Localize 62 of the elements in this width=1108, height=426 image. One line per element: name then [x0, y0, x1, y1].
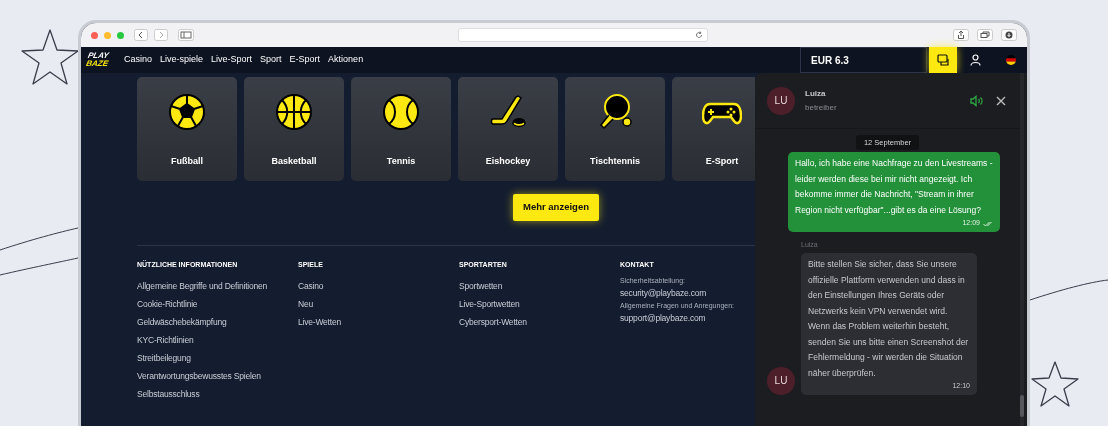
- sport-label: E-Sport: [705, 155, 739, 168]
- soccer-ball-icon: [167, 92, 207, 132]
- footer-link[interactable]: Casino: [298, 279, 324, 298]
- sidebar-icon[interactable]: [178, 29, 194, 41]
- download-icon[interactable]: [1001, 29, 1017, 41]
- message-text: Bitte stellen Sie sicher, dass Sie unsere offizielle Plattform verwenden und dass in den Einstellungen Ihres Geräts oder Netzwerks kein VPN verwendet wird. Wenn das Problem weiterhin besteht, senden Sie uns bitte einen Screenshot der Fehlermeldung - wir werden die Situation näher überprüfen.: [808, 258, 970, 380]
- sport-card[interactable]: E-Sport: [672, 77, 755, 181]
- share-icon[interactable]: [953, 29, 969, 41]
- footer-link[interactable]: Neu: [298, 297, 313, 316]
- agent-name: Luiza: [805, 87, 827, 100]
- sport-label: Tischtennis: [590, 155, 640, 168]
- show-more-button[interactable]: Mehr anzeigen: [513, 194, 599, 221]
- nav-link[interactable]: Aktionen: [328, 53, 364, 67]
- sport-card[interactable]: Tennis: [351, 77, 451, 181]
- footer-link[interactable]: Cybersport-Wetten: [459, 315, 527, 334]
- sport-card[interactable]: Eishockey: [458, 77, 558, 181]
- footer-link[interactable]: Verantwortungsbewusstes Spielen: [137, 369, 261, 388]
- footer-link[interactable]: support@playbaze.com: [620, 311, 706, 330]
- speaker-icon[interactable]: [970, 94, 984, 107]
- logo[interactable]: PLAY BAZE: [85, 52, 117, 68]
- chat-button[interactable]: [929, 47, 957, 73]
- avatar: LU: [767, 366, 795, 395]
- sport-label: Tennis: [386, 155, 416, 168]
- avatar: LU: [767, 86, 795, 115]
- back-icon[interactable]: [134, 29, 148, 41]
- sport-card[interactable]: Fußball: [137, 77, 237, 181]
- footer-link[interactable]: Cookie-Richtlinie: [137, 297, 198, 316]
- nav-link[interactable]: Casino: [124, 53, 152, 67]
- address-field[interactable]: [458, 28, 708, 42]
- sport-label: Basketball: [271, 155, 317, 168]
- tabs-icon[interactable]: [977, 29, 993, 41]
- sport-card[interactable]: Tischtennis: [565, 77, 665, 181]
- chat-icon: [937, 54, 949, 66]
- close-icon[interactable]: [996, 95, 1006, 106]
- sport-label: Eishockey: [485, 155, 531, 168]
- nav-link[interactable]: Sport: [260, 53, 282, 67]
- footer-link[interactable]: Selbstausschluss: [137, 387, 200, 406]
- close-window-icon[interactable]: [91, 31, 98, 39]
- logo-text: BAZE: [85, 60, 110, 68]
- footer-link[interactable]: Sportwetten: [459, 279, 503, 298]
- sport-card[interactable]: Basketball: [244, 77, 344, 181]
- basketball-icon: [274, 92, 314, 132]
- reload-icon[interactable]: [695, 31, 703, 39]
- footer-link[interactable]: Streitbeilegung: [137, 351, 191, 370]
- footer-link[interactable]: Geldwäschebekämpfung: [137, 315, 227, 334]
- flag-icon[interactable]: [1006, 55, 1016, 65]
- message-text: Hallo, ich habe eine Nachfrage zu den Livestreams - leider werden diese bei mir nicht angezeigt. Ich bekomme immer die Nachricht, "Stream in ihrer Region nicht verfügbar"...gibt es da eine Lösung?: [795, 157, 993, 217]
- logo-text: PLAY: [87, 52, 111, 60]
- nav-link[interactable]: Live-spiele: [160, 53, 204, 67]
- agent-role: betreiber: [805, 101, 837, 114]
- star-icon: [1031, 361, 1079, 407]
- balance-display[interactable]: EUR 6.3: [800, 47, 927, 73]
- sport-label: Fußball: [171, 155, 203, 168]
- nav-link[interactable]: Live-Sport: [211, 53, 253, 67]
- footer-link[interactable]: Live-Sportwetten: [459, 297, 520, 316]
- user-icon[interactable]: [970, 54, 981, 66]
- nav-link[interactable]: E-Sport: [289, 53, 321, 67]
- star-icon: [21, 29, 79, 85]
- footer-link[interactable]: Allgemeine Begriffe und Definitionen: [137, 279, 268, 298]
- footer-link[interactable]: Live-Wetten: [298, 315, 341, 334]
- footer-link[interactable]: KYC-Richtlinien: [137, 333, 194, 352]
- tennis-ball-icon: [381, 92, 421, 132]
